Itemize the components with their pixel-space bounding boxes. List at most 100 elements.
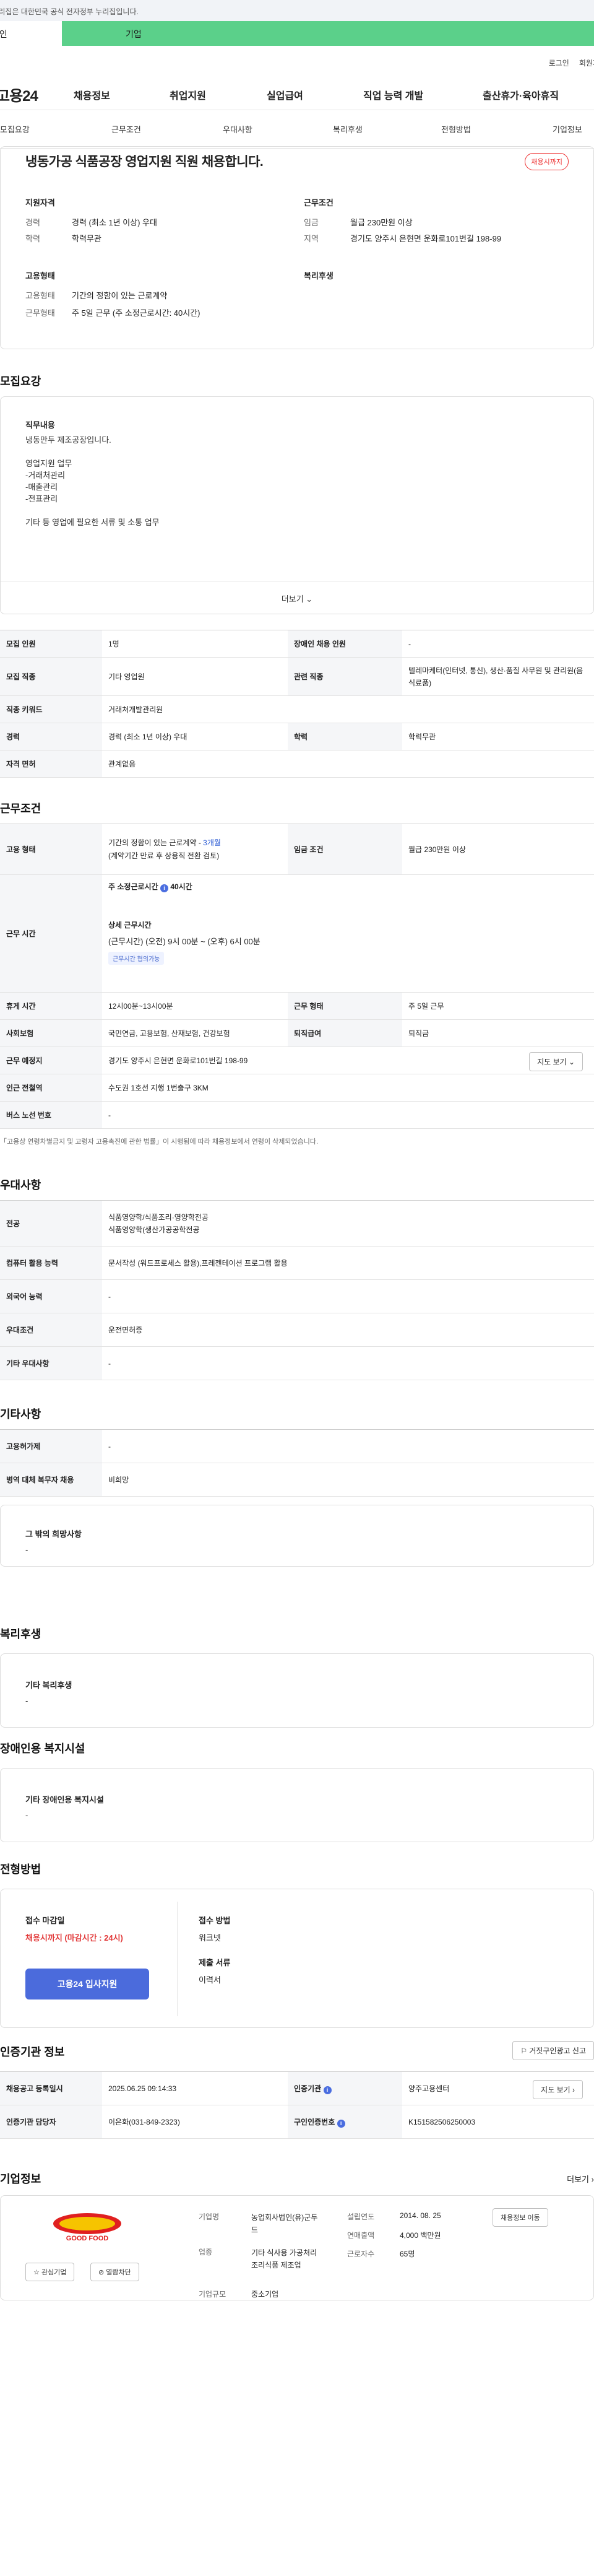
table-header: 직종 키워드: [0, 695, 102, 723]
welfare-title: 복리후생: [0, 1628, 41, 1640]
info-icon[interactable]: i: [160, 884, 168, 892]
table-header: 근무 예정지: [0, 1046, 102, 1074]
gnb-item-jobs[interactable]: 채용정보: [74, 87, 170, 102]
table-header: 모집 직종: [0, 657, 102, 696]
gnb-item-parental-leave[interactable]: 출산휴가·육아휴직: [483, 87, 559, 102]
member-type-tabs: 개인 기업: [0, 21, 594, 46]
summary-wage-key: 임금: [304, 218, 319, 227]
duty-heading: 직무내용: [25, 420, 55, 430]
table-cell: 운전면허증: [102, 1313, 594, 1347]
company-name-key: 기업명: [199, 2213, 220, 2221]
gnb-item-vocational-training[interactable]: 직업 능력 개발: [363, 87, 483, 102]
table-cell: 수도권 1호선 지행 1번출구 3KM: [102, 1074, 594, 1102]
table-cell: 학력무관: [402, 723, 594, 751]
false-ad-report-button[interactable]: ⚐ 거짓구인광고 신고: [512, 2041, 594, 2060]
table-cell: 경력 (최소 1년 이상) 우대: [102, 723, 288, 751]
table-header: 자격 면허: [0, 750, 102, 778]
site-logo[interactable]: 고용24: [0, 84, 74, 105]
anchor-welfare[interactable]: 복리후생: [333, 123, 441, 135]
cert-number-key-label: 구인인증번호: [294, 2117, 335, 2126]
selection-divider: [177, 1902, 178, 2016]
chevron-right-icon: ›: [591, 2175, 594, 2184]
qualification-heading: 지원자격: [25, 198, 55, 207]
table-header: 인증기관 담당자: [0, 2105, 102, 2139]
table-cell: -: [102, 1279, 594, 1313]
summary-emptype-row: 고용형태 기간의 정함이 있는 근로계약: [25, 289, 167, 301]
hours-negotiable-badge: 근무시간 협의가능: [108, 952, 165, 965]
major-value-1: 식품영양학/식품조리·영양학전공: [108, 1212, 209, 1222]
table-header: 모집 인원: [0, 630, 102, 658]
favorite-company-label: 관심기업: [41, 2269, 67, 2276]
summary-career-value: 경력 (최소 1년 이상) 우대: [72, 218, 157, 227]
anchor-company[interactable]: 기업정보: [553, 123, 582, 135]
tab-individual[interactable]: 개인: [0, 21, 62, 46]
gnb-item-employment-support[interactable]: 취업지원: [170, 87, 267, 102]
table-row: 모집 인원 1명 장애인 채용 인원 -: [0, 630, 594, 658]
chevron-down-icon: ⌄: [306, 594, 313, 604]
detail-hours-heading: 상세 근무시간: [108, 921, 152, 929]
favorite-company-button[interactable]: ☆ 관심기업: [25, 2263, 75, 2281]
table-row: 컴퓨터 활용 능력 문서작성 (워드프로세스 활용),프레젠테이션 프로그램 활…: [0, 1246, 594, 1280]
table-cell: 기간의 정함이 있는 근로계약 - 3개월 (계약기간 만료 후 상용직 전환 …: [102, 824, 288, 875]
disabled-facility-card: 기타 장애인용 복지시설 -: [0, 1768, 594, 1842]
table-row: 사회보험 국민연금, 고용보험, 산재보험, 건강보험 퇴직급여 퇴직금: [0, 1019, 594, 1047]
job-summary-card: 냉동가공 식품공장 영업지원 직원 채용합니다. 채용시까지 지원자격 경력 경력…: [0, 146, 594, 349]
info-icon[interactable]: i: [323, 2086, 332, 2094]
preferences-table: 전공 식품영양학/식품조리·영양학전공 식품영양학(생산가공공학전공 컴퓨터 활용…: [0, 1200, 594, 1380]
docs-heading: 제출 서류: [199, 1958, 231, 1967]
gnb-item-unemployment-benefit[interactable]: 실업급여: [267, 87, 363, 102]
table-row: 채용공고 등록일시 2025.06.25 09:14:33 인증기관 i 양주고…: [0, 2071, 594, 2105]
table-header: 병역 대체 복무자 채용: [0, 1463, 102, 1497]
table-header: 외국어 능력: [0, 1279, 102, 1313]
job-title: 냉동가공 식품공장 영업지원 직원 채용합니다.: [25, 155, 264, 169]
table-header: 채용공고 등록일시: [0, 2071, 102, 2105]
industry-key: 업종: [199, 2248, 213, 2256]
company-name-value: 농업회사법인(유)군두드: [251, 2213, 318, 2234]
go-jobs-button[interactable]: 채용정보 이동: [493, 2208, 548, 2227]
etc-title: 기타사항: [0, 1408, 41, 1421]
anchor-recruit[interactable]: 모집요강: [0, 123, 111, 135]
welfare-value: -: [25, 1696, 28, 1705]
table-cell: 주 소정근로시간 i 40시간 상세 근무시간 (근무시간) (오전) 9시 0…: [102, 874, 594, 993]
info-icon[interactable]: i: [337, 2119, 345, 2128]
company-logo: GOOD FOOD: [50, 2211, 124, 2245]
docs-value: 이력서: [199, 1975, 221, 1985]
duty-more-button[interactable]: 더보기 ⌄: [1, 581, 593, 614]
table-header: 인증기관 i: [288, 2071, 402, 2105]
anchor-conditions[interactable]: 근무조건: [111, 123, 223, 135]
summary-emptype-key: 고용형태: [25, 291, 55, 300]
login-link[interactable]: 로그인: [549, 58, 569, 68]
map-view-button[interactable]: 지도 보기 ⌄: [529, 1052, 583, 1071]
table-cell: 거래처개발관리원: [102, 695, 594, 723]
method-heading: 접수 방법: [199, 1916, 231, 1925]
cert-section: 인증기관 정보 ⚐ 거짓구인광고 신고 채용공고 등록일시 2025.06.25…: [0, 2041, 594, 2155]
gov-banner: 이 누리집은 대한민국 공식 전자정부 누리집입니다.: [0, 0, 594, 21]
table-cell: 비희망: [102, 1463, 594, 1497]
join-link[interactable]: 회원가입: [579, 58, 594, 68]
age-discrimination-note: 「고용상 연령차별금지 및 고령자 고용촉진에 관한 법률」이 시행됨에 따라 …: [0, 1138, 319, 1146]
sales-key: 연매출액: [347, 2231, 375, 2240]
table-header: 인근 전철역: [0, 1074, 102, 1102]
summary-career-key: 경력: [25, 218, 40, 227]
table-cell: 퇴직금: [402, 1019, 594, 1047]
table-cell: 경기도 양주시 은현면 운화로101번길 198-99 지도 보기 ⌄: [102, 1046, 594, 1074]
block-view-button[interactable]: ⊘ 열람차단: [90, 2263, 139, 2281]
deadline-heading: 접수 마감일: [25, 1916, 65, 1925]
table-row: 자격 면허 관계없음: [0, 750, 594, 778]
recruit-title: 모집요강: [0, 375, 41, 388]
anchor-selection[interactable]: 전형방법: [441, 123, 553, 135]
table-header: 근무 시간: [0, 874, 102, 993]
table-row: 우대조건 운전면허증: [0, 1313, 594, 1347]
industry-value: 기타 식사용 가공처리 조리식품 제조업: [251, 2248, 317, 2269]
company-more-link[interactable]: 더보기 ›: [567, 2173, 594, 2185]
table-cell: 이은화(031-849-2323): [102, 2105, 288, 2139]
agency-key-label: 인증기관: [294, 2084, 322, 2093]
welfare-card: 기타 복리후생 -: [0, 1653, 594, 1728]
company-card: GOOD FOOD ☆ 관심기업 ⊘ 열람차단 기업명 농업회사법인(유)군두드…: [0, 2195, 594, 2300]
anchor-preferences[interactable]: 우대사항: [223, 123, 333, 135]
global-nav: 고용24 채용정보 취업지원 실업급여 직업 능력 개발 출산휴가·육아휴직: [0, 79, 594, 110]
agency-map-button[interactable]: 지도 보기 ›: [533, 2080, 583, 2099]
apply-button[interactable]: 고용24 입사지원: [25, 1969, 149, 1999]
tab-corporate[interactable]: 기업: [62, 21, 594, 46]
etc-table: 고용허가제 - 병역 대체 복무자 채용 비희망: [0, 1429, 594, 1497]
